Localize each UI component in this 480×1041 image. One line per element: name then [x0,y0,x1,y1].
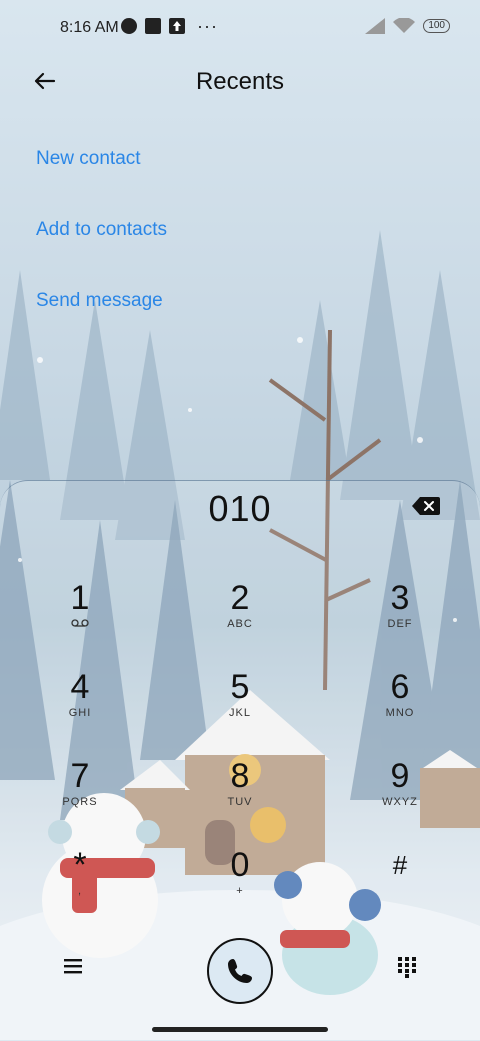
key-letters: WXYZ [382,796,418,808]
app-header: Recents [0,56,480,106]
page-title: Recents [195,68,285,95]
key-star[interactable]: * , [20,847,140,917]
home-indicator[interactable] [152,1027,328,1032]
new-contact-link[interactable]: New contact [36,148,141,170]
menu-icon[interactable] [62,956,84,976]
more-notifications-icon: ··· [197,16,218,36]
dialed-number[interactable]: 010 [0,488,480,530]
key-5[interactable]: 5 JKL [180,669,300,739]
send-message-link[interactable]: Send message [36,290,163,312]
key-letters: ABC [227,618,253,630]
key-letters: JKL [229,707,251,719]
key-digit: 8 [230,757,250,795]
key-digit: 2 [230,579,250,617]
key-7[interactable]: 7 PQRS [20,758,140,828]
key-digit: 7 [70,757,90,795]
system-icons: 100 [365,18,450,34]
upload-icon [169,18,185,34]
key-2[interactable]: 2 ABC [180,580,300,650]
key-letters: GHI [68,707,92,719]
add-to-contacts-link[interactable]: Add to contacts [36,219,167,241]
key-digit: # [392,850,408,880]
key-letters: , [77,885,83,897]
key-letters: DEF [387,618,413,630]
voicemail-icon [20,618,140,630]
key-digit: 9 [390,757,410,795]
key-4[interactable]: 4 GHI [20,669,140,739]
phone-icon [228,959,252,983]
key-9[interactable]: 9 WXYZ [340,758,460,828]
key-0[interactable]: 0 + [180,847,300,917]
vpn-icon [121,18,137,34]
status-time: 8:16 AM [60,19,119,36]
key-letters: + [236,885,244,897]
key-digit: * [73,846,87,884]
key-digit: 4 [70,668,90,706]
call-button[interactable] [207,938,273,1004]
key-6[interactable]: 6 MNO [340,669,460,739]
key-hash[interactable]: # [340,847,460,917]
key-3[interactable]: 3 DEF [340,580,460,650]
app-notification-icon [145,18,161,34]
signal-icon [365,18,386,34]
dialpad-icon[interactable] [396,956,418,978]
wifi-icon [393,18,416,33]
key-1[interactable]: 1 [20,580,140,650]
key-digit: 6 [390,668,410,706]
key-digit: 3 [390,579,410,617]
key-digit: 1 [70,579,90,617]
key-letters: MNO [385,707,415,719]
bottom-action-bar [0,936,480,1004]
key-letters: TUV [227,796,253,808]
backspace-icon[interactable] [412,496,440,516]
key-letters: PQRS [62,796,98,808]
battery-indicator: 100 [423,19,450,33]
notification-icons: ··· [121,16,218,36]
key-digit: 0 [230,846,250,884]
status-bar: 8:16 AM ··· 100 [0,0,480,56]
key-8[interactable]: 8 TUV [180,758,300,828]
key-digit: 5 [230,668,250,706]
